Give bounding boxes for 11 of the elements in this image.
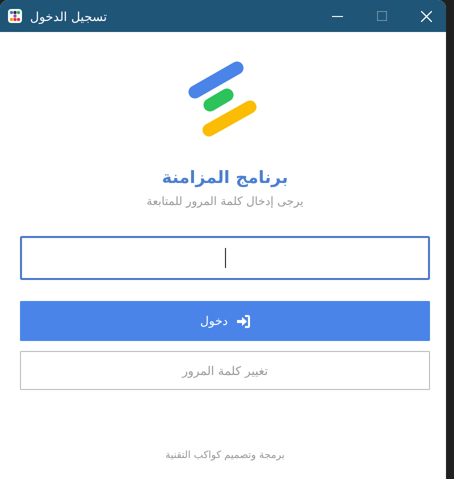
change-password-button[interactable]: تغيير كلمة المرور (20, 351, 430, 390)
app-icon (8, 9, 22, 23)
text-cursor (224, 248, 226, 268)
sign-in-icon (236, 314, 250, 328)
app-name: برنامج المزامنة (162, 168, 288, 188)
window-title: تسجيل الدخول (30, 8, 108, 24)
subtitle: يرجى إدخال كلمة المرور للمتابعة (146, 194, 304, 208)
footer-credit: برمجة وتصميم كواكب التقنية (165, 450, 285, 461)
close-icon[interactable] (421, 10, 432, 22)
login-button[interactable]: دخول (20, 301, 430, 341)
password-field[interactable] (20, 236, 430, 280)
